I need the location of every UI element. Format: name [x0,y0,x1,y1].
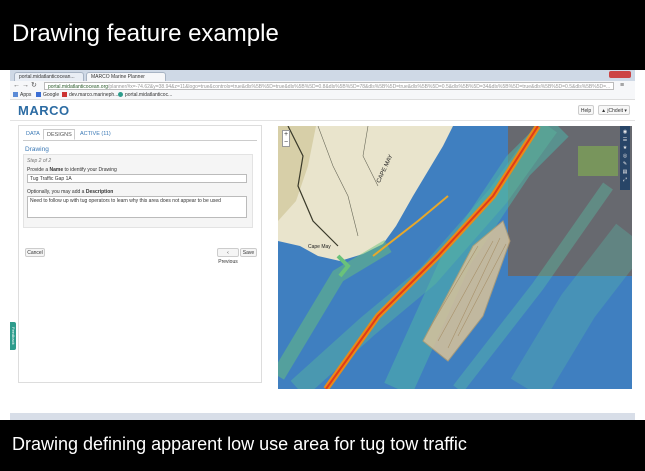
menu-icon[interactable]: ≡ [620,82,624,90]
os-taskbar [10,413,635,420]
window-controls[interactable] [609,71,631,78]
print-icon[interactable]: ▤ [622,169,628,175]
designs-panel: DATA DESIGNS ACTIVE (11) Drawing Step 2 … [18,125,262,383]
slide-caption: Drawing defining apparent low use area f… [12,434,467,454]
bookmarks-bar: Apps Google dev.marco.marineph... portal… [10,91,635,100]
fullscreen-icon[interactable]: ⤢ [622,177,628,183]
url-bar[interactable]: portal.midatlanticocean.org/planner/#x=-… [44,82,614,90]
bookmark-icon [118,92,123,97]
url-host: portal.midatlanticocean.org [48,84,109,90]
bookmark-label: portal.midatlanticoc... [125,92,173,98]
help-button[interactable]: Help [578,105,594,115]
bookmark-dev[interactable]: dev.marco.marineph... [62,91,118,99]
list-icon[interactable]: ☰ [622,137,628,143]
save-button[interactable]: Save [240,248,257,257]
browser-tab-label: portal.midatlanticocean... [19,74,75,80]
bookmark-portal[interactable]: portal.midatlanticoc... [118,91,172,99]
map-canvas[interactable]: CAPE MAY Cape May + − ◉ ☰ ★ ◎ ✎ ▤ ⤢ [278,126,632,389]
zoom-control: + − [282,130,290,147]
tab-divider [23,140,257,141]
slide-title-bar: Drawing feature example [0,0,645,70]
bookmark-google[interactable]: Google [36,91,59,99]
description-label: Optionally, you may add a Description [27,189,113,195]
section-title: Drawing [25,146,49,153]
bookmark-label: Apps [20,92,32,98]
browser-tab-bar: portal.midatlanticocean... MARCO Marine … [10,70,635,81]
green-block-area [578,146,618,176]
reload-icon[interactable]: ↻ [31,82,37,90]
drawing-form: Step 2 of 2 Provide a Name to identify y… [23,154,253,228]
tab-active[interactable]: ACTIVE (11) [77,129,117,140]
apps-icon [13,92,18,97]
slide-title: Drawing feature example [12,20,279,47]
user-menu-button[interactable]: ▲ jChdeit ▾ [598,105,630,115]
feedback-tab[interactable]: Feedback [10,322,16,350]
bookmark-label: dev.marco.marineph... [69,92,119,98]
layers-icon[interactable]: ◉ [622,129,628,135]
bookmark-icon [62,92,67,97]
name-label: Provide a Name to identify your Drawing [27,167,117,173]
slide-caption-bar: Drawing defining apparent low use area f… [0,420,645,471]
measure-icon[interactable]: ✎ [622,161,628,167]
tab-designs[interactable]: DESIGNS [43,129,75,140]
zoom-out-button[interactable]: − [283,139,289,147]
browser-tab[interactable]: portal.midatlanticocean... [14,72,84,81]
forward-icon[interactable]: → [22,82,29,90]
app-header: MARCO Help ▲ jChdeit ▾ [10,100,635,121]
marco-logo[interactable]: MARCO [18,103,70,118]
place-label: Cape May [308,244,331,250]
browser-tab-active[interactable]: MARCO Marine Planner [86,72,166,81]
name-input[interactable]: Tug Traffic Gap 1A [27,174,247,183]
pin-icon[interactable]: ◎ [622,153,628,159]
back-icon[interactable]: ← [13,82,20,90]
browser-tab-label: MARCO Marine Planner [91,74,145,80]
previous-button[interactable]: ‹ Previous [217,248,239,265]
name-label-suffix: to identify your Drawing [64,167,117,173]
google-icon [36,92,41,97]
url-path: /planner/#x=-74.62&y=38.94&z=11&logo=tru… [108,84,611,90]
slide: Drawing feature example portal.midatlant… [0,0,645,471]
description-label-prefix: Optionally, you may add a [27,189,85,195]
map-layers [278,126,632,389]
name-label-bold: Name [49,167,64,173]
screenshot: portal.midatlanticocean... MARCO Marine … [10,70,635,420]
bookmark-label: Google [43,92,60,98]
bookmark-icon[interactable]: ★ [622,145,628,151]
bookmark-apps[interactable]: Apps [13,91,31,99]
zoom-in-button[interactable]: + [283,131,289,139]
description-label-bold: Description [85,189,114,195]
cancel-button[interactable]: Cancel [25,248,45,257]
name-label-prefix: Provide a [27,167,49,173]
description-textarea[interactable]: Need to follow up with tug operators to … [27,196,247,218]
tab-data[interactable]: DATA [23,129,43,140]
map-toolbar: ◉ ☰ ★ ◎ ✎ ▤ ⤢ [620,126,630,190]
step-indicator: Step 2 of 2 [27,158,52,164]
